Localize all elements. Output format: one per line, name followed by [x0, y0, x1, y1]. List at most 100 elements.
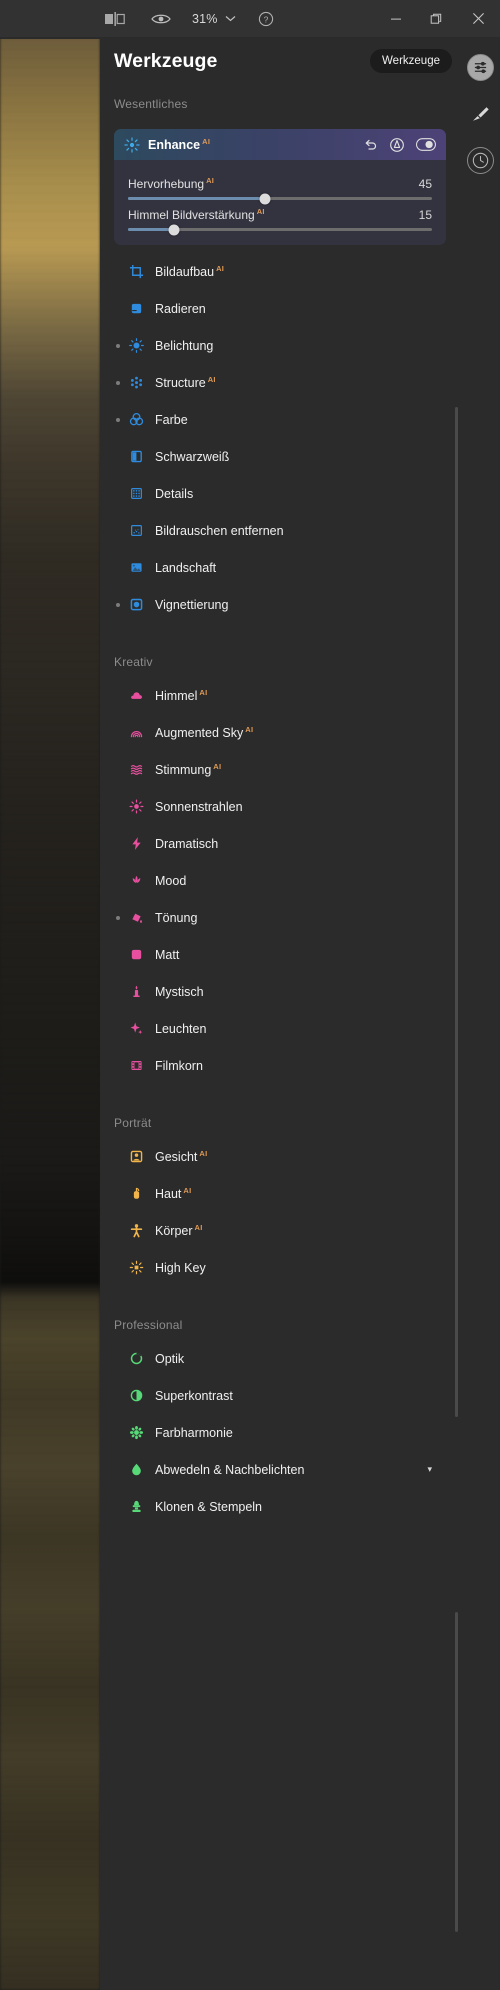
tool-row[interactable]: Augmented Sky AI	[100, 714, 460, 751]
modified-indicator-dot	[116, 915, 120, 920]
contrast-icon	[128, 1388, 144, 1404]
tool-row[interactable]: Haut AI	[100, 1175, 460, 1212]
tool-label: Mystisch	[155, 984, 204, 999]
details-grid-icon	[128, 486, 144, 502]
rail-item-history[interactable]	[462, 137, 498, 183]
section-header-wesentliches: Wesentliches	[100, 85, 460, 119]
tool-row[interactable]: Tönung	[100, 899, 460, 936]
tool-row[interactable]: Dramatisch	[100, 825, 460, 862]
tool-label: Farbharmonie	[155, 1425, 233, 1440]
slider-fill	[128, 197, 265, 200]
rail-item-edit[interactable]	[462, 43, 498, 91]
tool-row[interactable]: Leuchten	[100, 1010, 460, 1047]
reset-icon[interactable]	[363, 138, 378, 152]
tool-row[interactable]: Bildaufbau AI	[100, 253, 460, 290]
tool-row[interactable]: Matt	[100, 936, 460, 973]
slider-knob[interactable]	[259, 193, 271, 204]
section-label: Professional	[114, 1318, 183, 1332]
tool-label: Mood	[155, 873, 187, 888]
eraser-icon	[128, 301, 144, 317]
tool-list-porträt: Gesicht AI Haut AI Körper AI High Key	[100, 1138, 460, 1286]
tool-row[interactable]: Details	[100, 475, 460, 512]
dodge-burn-icon	[128, 1462, 144, 1478]
slider-0[interactable]: Hervorhebung AI 45	[128, 176, 432, 204]
candle-icon	[128, 984, 144, 1000]
tooltip-werkzeuge: Werkzeuge	[370, 49, 452, 73]
section-label: Porträt	[114, 1116, 152, 1130]
tool-row[interactable]: Stimmung AI	[100, 751, 460, 788]
mask-icon[interactable]	[389, 137, 405, 153]
tool-row[interactable]: Himmel AI	[100, 677, 460, 714]
tool-row[interactable]: Superkontrast	[100, 1377, 460, 1414]
tool-row[interactable]: Schwarzweiß	[100, 438, 460, 475]
image-canvas[interactable]	[0, 37, 100, 1990]
tool-row[interactable]: Filmkorn	[100, 1047, 460, 1084]
black-white-icon	[128, 449, 144, 465]
panel-header: Werkzeuge Werkzeuge	[100, 37, 460, 85]
edited-photo-preview	[0, 37, 100, 1990]
slider-knob[interactable]	[168, 224, 180, 235]
compare-split-icon[interactable]	[92, 0, 138, 37]
landscape-icon	[128, 560, 144, 576]
enhance-card-header[interactable]: Enhance AI	[114, 129, 446, 160]
tool-row[interactable]: High Key	[100, 1249, 460, 1286]
tool-row[interactable]: Mood	[100, 862, 460, 899]
tool-label: Augmented Sky AI	[155, 724, 254, 741]
tool-row[interactable]: Mystisch	[100, 973, 460, 1010]
section-label: Kreativ	[114, 655, 153, 669]
rail-item-masking[interactable]	[462, 91, 498, 137]
tool-list-kreativ: Himmel AI Augmented Sky AI Stimmung AI S…	[100, 677, 460, 1084]
tool-row[interactable]: Optik	[100, 1340, 460, 1377]
tool-row[interactable]: Structure AI	[100, 364, 460, 401]
tool-row[interactable]: Radieren	[100, 290, 460, 327]
panel-scroll-area[interactable]: Wesentliches Enhance AI Hervorhebung AI …	[100, 85, 460, 1525]
help-circle-icon[interactable]: ?	[244, 0, 288, 37]
tool-label: Schwarzweiß	[155, 449, 230, 464]
tool-label: Tönung	[155, 910, 198, 925]
tool-row[interactable]: Belichtung	[100, 327, 460, 364]
slider-track[interactable]	[128, 224, 432, 235]
tool-row[interactable]: Klonen & Stempeln	[100, 1488, 460, 1525]
tool-row[interactable]: Körper AI	[100, 1212, 460, 1249]
tool-row[interactable]: Farbharmonie	[100, 1414, 460, 1451]
sunrays-icon	[128, 799, 144, 815]
window-restore-button[interactable]	[416, 0, 456, 37]
tool-label: Bildaufbau AI	[155, 263, 225, 280]
tool-row[interactable]: Bildrauschen entfernen	[100, 512, 460, 549]
tool-label: Klonen & Stempeln	[155, 1499, 263, 1514]
eye-icon[interactable]	[138, 0, 184, 37]
toggle-visibility-icon[interactable]	[416, 138, 436, 151]
waves-icon	[128, 762, 144, 778]
bolt-icon	[128, 836, 144, 852]
tool-label: High Key	[155, 1260, 206, 1275]
body-icon	[128, 1223, 144, 1239]
tool-label: Filmkorn	[155, 1058, 203, 1073]
page-title: Werkzeuge	[114, 49, 218, 72]
panel-scrollbar-lower[interactable]	[455, 1612, 458, 1932]
tool-label: Dramatisch	[155, 836, 219, 851]
tool-row[interactable]: Sonnenstrahlen	[100, 788, 460, 825]
slider-1[interactable]: Himmel Bildverstärkung AI 15	[128, 207, 432, 235]
sun-exposure-icon	[128, 338, 144, 354]
chevron-down-icon[interactable]: ▾	[427, 1464, 432, 1475]
lotus-icon	[128, 873, 144, 889]
tool-label: Details	[155, 486, 194, 501]
window-close-button[interactable]	[456, 0, 500, 37]
enhance-tool-card[interactable]: Enhance AI Hervorhebung AI 45 Himmel Bil…	[114, 129, 446, 245]
window-minimize-button[interactable]	[376, 0, 416, 37]
section-header-professional: Professional	[100, 1306, 460, 1340]
tool-row[interactable]: Vignettierung	[100, 586, 460, 623]
slider-track[interactable]	[128, 193, 432, 204]
panel-scrollbar[interactable]	[455, 407, 458, 1417]
tool-label: Sonnenstrahlen	[155, 799, 243, 814]
modified-indicator-dot	[116, 380, 120, 385]
tool-label: Superkontrast	[155, 1388, 233, 1403]
zoom-level-control[interactable]: 31%	[184, 12, 244, 26]
tool-row[interactable]: Gesicht AI	[100, 1138, 460, 1175]
enhance-card-body: Hervorhebung AI 45 Himmel Bildverstärkung…	[114, 160, 446, 245]
tool-row[interactable]: Landschaft	[100, 549, 460, 586]
tool-row[interactable]: Abwedeln & Nachbelichten ▾	[100, 1451, 460, 1488]
tool-row[interactable]: Farbe	[100, 401, 460, 438]
denoise-icon	[128, 523, 144, 539]
vignette-icon	[128, 597, 144, 613]
